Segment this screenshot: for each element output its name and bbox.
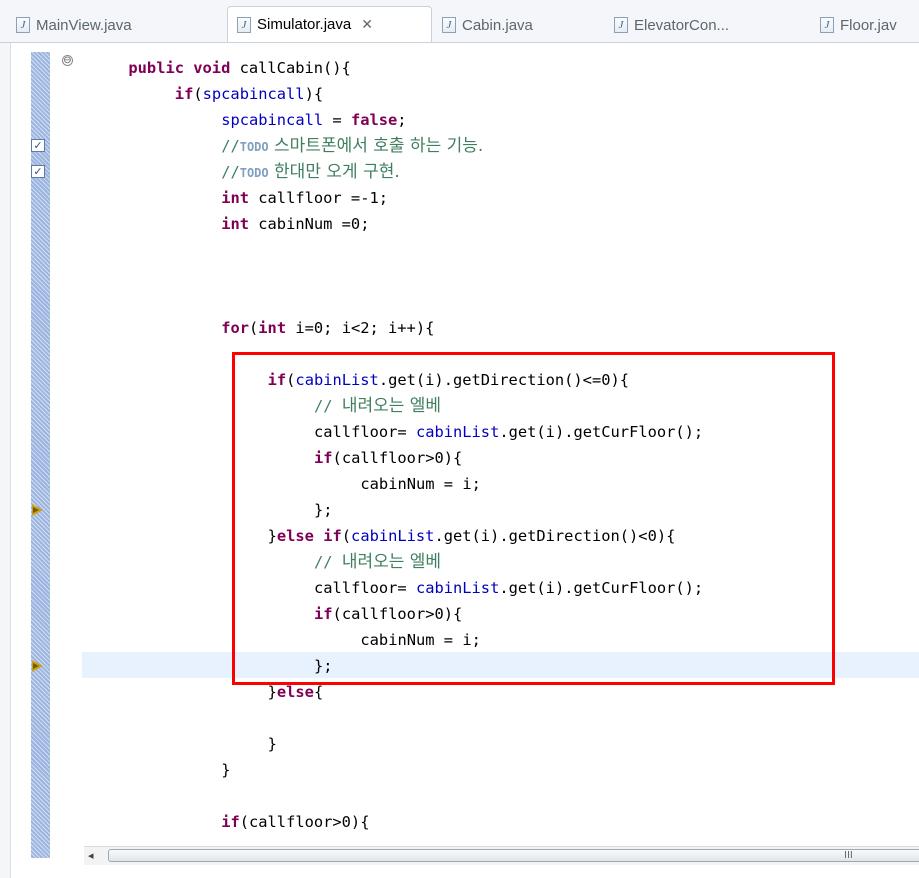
code-line[interactable]: } bbox=[268, 731, 277, 757]
code-token: callfloor =-1; bbox=[258, 189, 388, 207]
code-line[interactable]: //TODO 한대만 오게 구현. bbox=[221, 159, 400, 185]
code-token: } bbox=[267, 735, 277, 753]
code-token: if bbox=[174, 85, 194, 103]
tab-label: MainView.java bbox=[36, 16, 132, 34]
code-token: spcabincall bbox=[221, 111, 324, 129]
horizontal-scrollbar[interactable]: ◂ III bbox=[84, 846, 919, 865]
tab-label: Cabin.java bbox=[462, 16, 533, 34]
code-token: = bbox=[323, 111, 351, 129]
code-token: { bbox=[313, 85, 324, 103]
tab-label: Floor.jav bbox=[840, 16, 897, 34]
code-token: TODO bbox=[239, 140, 269, 154]
code-token: TODO bbox=[239, 166, 269, 180]
code-token: ) bbox=[304, 85, 314, 103]
task-marker-icon[interactable]: ✓ bbox=[31, 139, 45, 152]
code-line[interactable]: for(int i=0; i<2; i++){ bbox=[221, 315, 434, 341]
code-token: false bbox=[350, 111, 398, 129]
code-token: 한대만 오게 구현. bbox=[268, 162, 400, 182]
red-highlight-box bbox=[232, 352, 835, 685]
code-token: // bbox=[221, 137, 240, 155]
fold-collapse-icon[interactable]: ⊖ bbox=[62, 55, 73, 66]
code-token: for bbox=[221, 319, 249, 337]
java-file-icon: J bbox=[614, 17, 628, 33]
scroll-left-arrow-icon[interactable]: ◂ bbox=[88, 849, 94, 862]
code-line[interactable]: if(spcabincall){ bbox=[175, 81, 323, 107]
tab-cabin[interactable]: J Cabin.java bbox=[442, 8, 533, 42]
scrollbar-thumb[interactable]: III bbox=[108, 849, 919, 862]
code-token: // bbox=[221, 163, 240, 181]
java-file-icon: J bbox=[442, 17, 456, 33]
java-file-icon: J bbox=[820, 17, 834, 33]
close-icon[interactable]: ✕ bbox=[361, 16, 373, 33]
code-line[interactable]: public void callCabin(){ bbox=[128, 55, 350, 81]
tab-label: Simulator.java bbox=[257, 16, 352, 33]
tab-simulator[interactable]: J Simulator.java ✕ bbox=[227, 6, 432, 42]
code-line[interactable]: spcabincall = false; bbox=[221, 107, 406, 133]
java-file-icon: J bbox=[16, 17, 30, 33]
code-token: public bbox=[128, 59, 194, 77]
code-line[interactable]: } bbox=[221, 757, 230, 783]
editor-frame-edge bbox=[0, 43, 11, 878]
code-line[interactable]: //TODO 스마트폰에서 호출 하는 기능. bbox=[221, 133, 483, 159]
tab-mainview[interactable]: J MainView.java bbox=[16, 8, 132, 42]
code-token: int bbox=[221, 215, 259, 233]
code-token: (callfloor>0){ bbox=[239, 813, 370, 831]
tab-elevatorcontroller[interactable]: J ElevatorCon... bbox=[614, 8, 729, 42]
java-file-icon: J bbox=[237, 16, 251, 33]
debug-arrow-icon[interactable] bbox=[32, 504, 43, 516]
code-token: void bbox=[193, 59, 240, 77]
tab-label: ElevatorCon... bbox=[634, 16, 730, 34]
tab-floor[interactable]: J Floor.jav bbox=[820, 8, 919, 42]
code-token: spcabincall bbox=[202, 85, 305, 103]
code-token: ; bbox=[397, 111, 407, 129]
code-token: { bbox=[313, 683, 324, 701]
code-line[interactable]: if(callfloor>0){ bbox=[221, 809, 369, 835]
debug-arrow-icon[interactable] bbox=[32, 660, 43, 672]
code-token: ( bbox=[249, 319, 259, 337]
code-token: if bbox=[221, 813, 240, 831]
code-token: } bbox=[221, 761, 231, 779]
scrollbar-grip-icon: III bbox=[844, 850, 853, 861]
code-token: } bbox=[267, 683, 277, 701]
code-token: int bbox=[221, 189, 259, 207]
code-line[interactable]: int callfloor =-1; bbox=[221, 185, 388, 211]
editor-tab-bar: J MainView.java J Simulator.java ✕ J Cab… bbox=[0, 0, 919, 43]
code-token: i=0; i<2; i++){ bbox=[295, 319, 435, 337]
code-token: callCabin(){ bbox=[239, 59, 351, 77]
code-line[interactable]: int cabinNum =0; bbox=[221, 211, 369, 237]
code-token: int bbox=[258, 319, 296, 337]
code-token: ( bbox=[193, 85, 203, 103]
code-token: 스마트폰에서 호출 하는 기능. bbox=[268, 136, 484, 156]
code-token: else bbox=[276, 683, 314, 701]
code-token: cabinNum =0; bbox=[258, 215, 370, 233]
task-marker-icon[interactable]: ✓ bbox=[31, 165, 45, 178]
